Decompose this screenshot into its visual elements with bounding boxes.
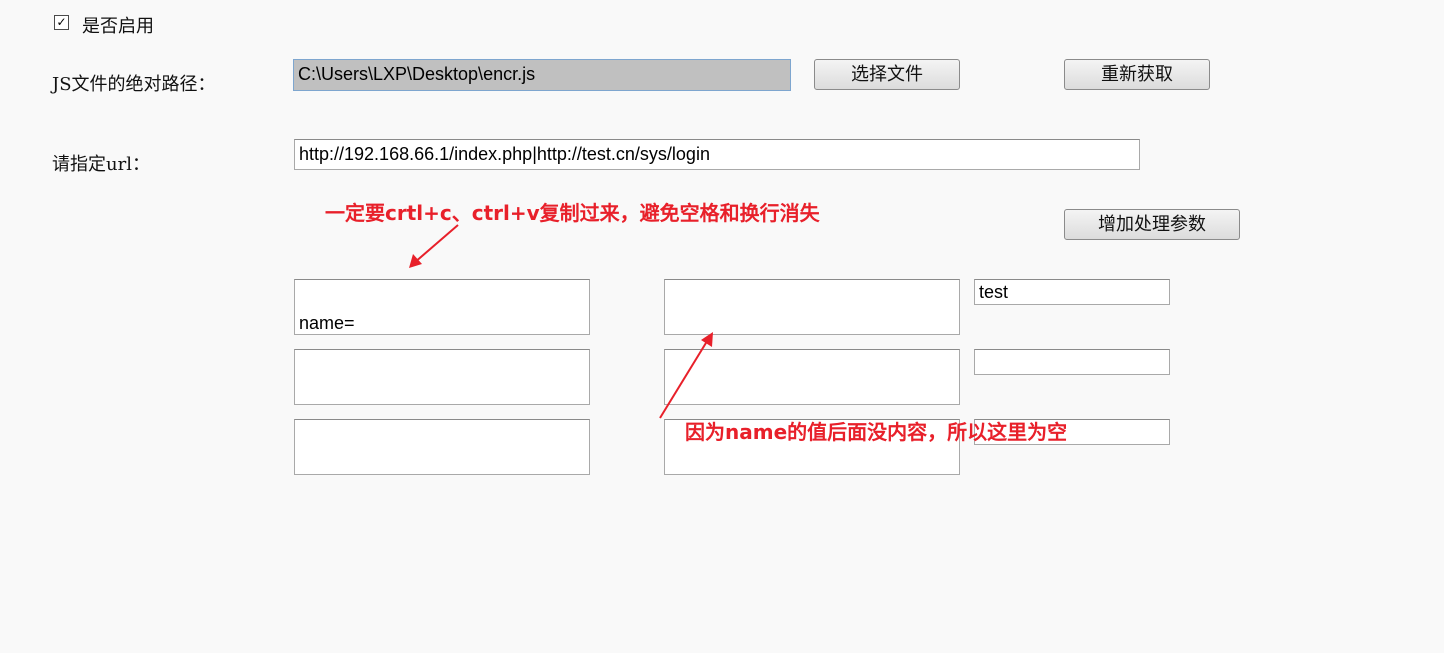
js-path-field[interactable]: C:\Users\LXP\Desktop\encr.js bbox=[293, 59, 791, 91]
param-source-value: name= bbox=[299, 313, 355, 333]
choose-file-button[interactable]: 选择文件 bbox=[814, 59, 960, 90]
param-value-field-1[interactable] bbox=[664, 279, 960, 335]
copy-annotation: 一定要crtl+c、ctrl+v复制过来，避免空格和换行消失 bbox=[325, 201, 820, 225]
add-param-button[interactable]: 增加处理参数 bbox=[1064, 209, 1240, 240]
js-path-label: JS文件的绝对路径： bbox=[52, 74, 216, 95]
param-name-field-1[interactable]: test bbox=[974, 279, 1170, 305]
copy-note-arrow bbox=[413, 224, 459, 264]
url-field[interactable]: http://192.168.66.1/index.php|http://tes… bbox=[294, 139, 1140, 170]
copy-note-arrowhead bbox=[409, 254, 422, 268]
param-source-field-1[interactable]: name= bbox=[294, 279, 590, 335]
param-source-field-2[interactable] bbox=[294, 349, 590, 405]
url-label: 请指定url： bbox=[52, 154, 150, 175]
refetch-button[interactable]: 重新获取 bbox=[1064, 59, 1210, 90]
empty-annotation: 因为name的值后面没内容，所以这里为空 bbox=[685, 420, 1068, 444]
param-name-field-2[interactable] bbox=[974, 349, 1170, 375]
enable-label: 是否启用 bbox=[82, 16, 154, 37]
param-value-field-2[interactable] bbox=[664, 349, 960, 405]
enable-checkbox[interactable]: ✓ bbox=[54, 15, 69, 30]
param-source-field-3[interactable] bbox=[294, 419, 590, 475]
